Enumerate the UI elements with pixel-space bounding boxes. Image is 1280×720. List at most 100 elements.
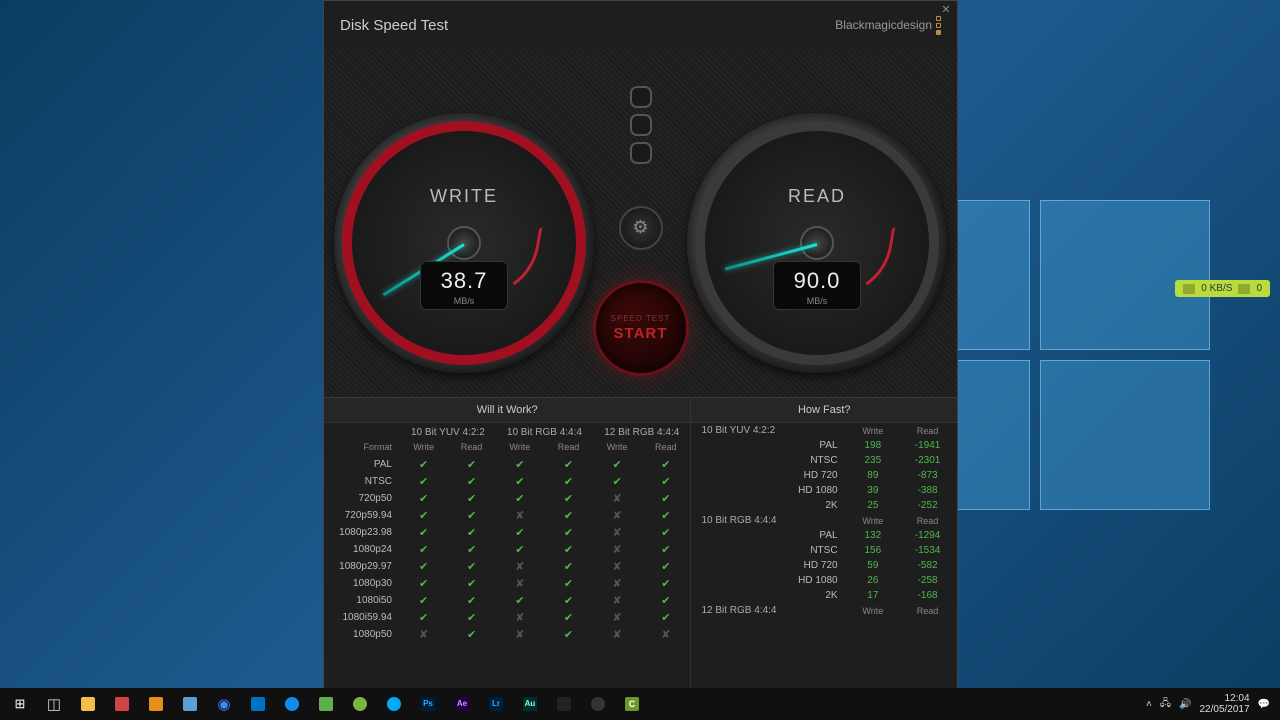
read-fps-cell: -168 — [898, 588, 957, 603]
x-icon: ✘ — [593, 524, 641, 541]
file-explorer-icon[interactable] — [72, 690, 104, 718]
close-button[interactable]: ✕ — [939, 3, 953, 17]
network-icon[interactable]: 🖧 — [1160, 696, 1171, 713]
read-fps-cell: -1534 — [898, 543, 957, 558]
photoshop-icon[interactable]: Ps — [412, 690, 444, 718]
app-icon[interactable] — [378, 690, 410, 718]
check-icon: ✔ — [641, 473, 690, 490]
aftereffects-icon[interactable]: Ae — [446, 690, 478, 718]
write-fps-cell: 156 — [848, 543, 899, 558]
work-group-header: 10 Bit YUV 4:2:2 — [400, 423, 496, 440]
settings-button[interactable]: ⚙ — [619, 206, 663, 250]
write-fps-cell: 235 — [848, 453, 899, 468]
table-row: 2K17-168 — [691, 588, 957, 603]
table-row: 1080p24✔✔✔✔✘✔ — [324, 541, 690, 558]
check-icon: ✔ — [400, 541, 447, 558]
x-icon: ✘ — [496, 507, 544, 524]
teamviewer-icon[interactable] — [276, 690, 308, 718]
x-icon: ✘ — [593, 507, 641, 524]
check-icon: ✔ — [447, 592, 495, 609]
x-icon: ✘ — [496, 609, 544, 626]
outlook-icon[interactable] — [242, 690, 274, 718]
read-readout: 90.0 MB/s — [773, 261, 861, 310]
fast-group-header: 10 Bit RGB 4:4:4 — [691, 513, 847, 528]
format-cell: 1080i59.94 — [324, 609, 400, 626]
table-row: 2K25-252 — [691, 498, 957, 513]
terminal-icon[interactable] — [548, 690, 580, 718]
work-subheader: Format — [324, 440, 400, 456]
fast-subheader: Write — [848, 423, 899, 438]
tray-chevron-icon[interactable]: ˄ — [1146, 699, 1152, 710]
check-icon: ✔ — [400, 456, 447, 473]
table-row: NTSC235-2301 — [691, 453, 957, 468]
app-icon[interactable] — [310, 690, 342, 718]
x-icon: ✘ — [496, 575, 544, 592]
format-cell: NTSC — [324, 473, 400, 490]
check-icon: ✔ — [400, 575, 447, 592]
write-readout: 38.7 MB/s — [420, 261, 508, 310]
taskbar-time: 12:04 — [1199, 693, 1249, 704]
table-row: 1080i50✔✔✔✔✘✔ — [324, 592, 690, 609]
format-cell: 720p59.94 — [324, 507, 400, 524]
system-tray[interactable]: ˄ 🖧 🔊 12:04 22/05/2017 💬 — [1146, 693, 1276, 715]
check-icon: ✔ — [544, 609, 593, 626]
app-header: Disk Speed Test Blackmagicdesign — [324, 1, 957, 49]
x-icon: ✘ — [496, 558, 544, 575]
table-row: HD 108026-258 — [691, 573, 957, 588]
check-icon: ✔ — [496, 592, 544, 609]
work-group-header: 12 Bit RGB 4:4:4 — [593, 423, 690, 440]
app-icon[interactable] — [106, 690, 138, 718]
network-speed-widget[interactable]: 0 KB/S 0 — [1175, 280, 1270, 297]
lightroom-icon[interactable]: Lr — [480, 690, 512, 718]
write-fps-cell: 17 — [848, 588, 899, 603]
format-cell: 2K — [691, 588, 847, 603]
fast-subheader: Write — [848, 603, 899, 618]
brand-logo-icon — [936, 16, 941, 35]
check-icon: ✔ — [447, 524, 495, 541]
audition-icon[interactable]: Au — [514, 690, 546, 718]
app-icon[interactable] — [140, 690, 172, 718]
disk-speed-app-icon[interactable] — [582, 690, 614, 718]
fast-subheader: Write — [848, 513, 899, 528]
read-fps-cell: -252 — [898, 498, 957, 513]
table-row: NTSC✔✔✔✔✔✔ — [324, 473, 690, 490]
notifications-icon[interactable]: 💬 — [1258, 699, 1270, 710]
format-cell: 2K — [691, 498, 847, 513]
check-icon: ✔ — [496, 473, 544, 490]
check-icon: ✔ — [593, 473, 641, 490]
taskbar-apps: ⊞ ◫ ◉ Ps Ae Lr Au C — [4, 690, 648, 718]
work-subheader: Read — [544, 440, 593, 456]
check-icon: ✔ — [496, 490, 544, 507]
center-controls: ⚙ SPEED TEST START — [601, 71, 681, 376]
check-icon: ✔ — [641, 558, 690, 575]
work-subheader: Write — [496, 440, 544, 456]
start-button[interactable]: SPEED TEST START — [593, 280, 689, 376]
app-title: Disk Speed Test — [340, 17, 448, 34]
clock[interactable]: 12:04 22/05/2017 — [1199, 693, 1249, 715]
fast-group-header: 12 Bit RGB 4:4:4 — [691, 603, 847, 618]
start-big-label: START — [614, 325, 668, 342]
check-icon: ✔ — [447, 575, 495, 592]
x-icon: ✘ — [593, 626, 641, 643]
start-menu-button[interactable]: ⊞ — [4, 690, 36, 718]
table-row: NTSC156-1534 — [691, 543, 957, 558]
check-icon: ✔ — [544, 541, 593, 558]
read-fps-cell: -388 — [898, 483, 957, 498]
write-fps-cell: 59 — [848, 558, 899, 573]
app-icon[interactable] — [344, 690, 376, 718]
camtasia-icon[interactable]: C — [616, 690, 648, 718]
check-icon: ✔ — [447, 541, 495, 558]
volume-icon[interactable]: 🔊 — [1179, 699, 1191, 710]
check-icon: ✔ — [544, 558, 593, 575]
table-row: HD 108039-388 — [691, 483, 957, 498]
will-it-work-panel: Will it Work? 10 Bit YUV 4:2:2 10 Bit RG… — [324, 398, 691, 694]
check-icon: ✔ — [447, 507, 495, 524]
table-row: HD 72089-873 — [691, 468, 957, 483]
gauge-panel: WRITE 38.7 MB/s ⚙ SPEED TEST ST — [324, 49, 957, 397]
task-view-icon[interactable]: ◫ — [38, 690, 70, 718]
write-fps-cell: 25 — [848, 498, 899, 513]
format-cell: HD 1080 — [691, 573, 847, 588]
net-count: 0 — [1256, 283, 1262, 294]
app-icon[interactable] — [174, 690, 206, 718]
chrome-icon[interactable]: ◉ — [208, 690, 240, 718]
